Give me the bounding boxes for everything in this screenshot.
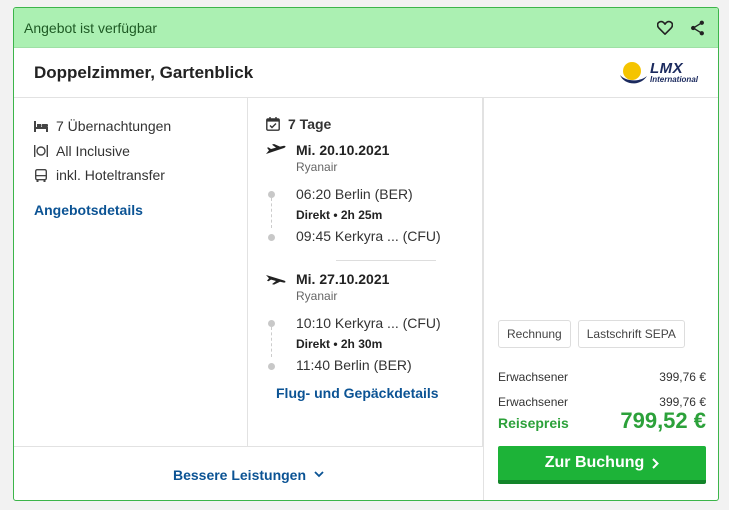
total-price-row: Reisepreis 799,52 €: [498, 408, 706, 434]
route-line: [271, 327, 272, 357]
bed-icon: [34, 119, 48, 133]
return-arrival: 11:40 Berlin (BER): [296, 357, 412, 373]
offer-card: Angebot ist verfügbar Doppelzimmer, Gart…: [13, 7, 719, 501]
offer-title-row: Doppelzimmer, Gartenblick LMX Internatio…: [14, 48, 718, 98]
banner-actions: [656, 19, 706, 37]
calendar-check-icon: [266, 117, 280, 131]
better-services-bar: Bessere Leistungen: [14, 446, 483, 500]
return-departure: 10:10 Kerkyra ... (CFU): [296, 315, 441, 331]
outbound-flight: Mi. 20.10.2021 Ryanair 06:20 Berlin (BER…: [266, 142, 482, 246]
payment-invoice: Rechnung: [498, 320, 571, 348]
price-label: Erwachsener: [498, 370, 569, 384]
outbound-date: Mi. 20.10.2021: [296, 142, 390, 158]
feature-label: 7 Übernachtungen: [56, 118, 172, 135]
return-date: Mi. 27.10.2021: [296, 271, 390, 287]
tour-operator-logo: LMX International: [618, 59, 698, 87]
flight-baggage-details-link[interactable]: Flug- und Gepäckdetails: [276, 385, 482, 401]
payment-methods: Rechnung Lastschrift SEPA: [498, 320, 685, 348]
price-row: Erwachsener 399,76 €: [498, 370, 706, 384]
price-label: Erwachsener: [498, 395, 569, 409]
better-services-label: Bessere Leistungen: [172, 466, 307, 483]
total-price-value: 799,52 €: [620, 408, 706, 433]
price-value: 399,76 €: [659, 395, 706, 409]
feature-transfer: inkl. Hoteltransfer: [34, 163, 247, 188]
total-price-label: Reisepreis: [498, 415, 569, 431]
plane-departure-icon: [266, 144, 286, 156]
price-row: Erwachsener 399,76 €: [498, 395, 706, 409]
feature-label: All Inclusive: [56, 142, 130, 159]
arrival-dot: [268, 363, 275, 370]
room-title: Doppelzimmer, Gartenblick: [34, 62, 254, 82]
outbound-direct: Direkt • 2h 25m: [296, 208, 383, 222]
feature-board: All Inclusive: [34, 139, 247, 164]
outbound-leg: 06:20 Berlin (BER) Direkt • 2h 25m 09:45…: [266, 184, 482, 246]
outbound-departure: 06:20 Berlin (BER): [296, 186, 413, 202]
chevron-down-icon: [314, 471, 324, 478]
feature-label: inkl. Hoteltransfer: [56, 167, 165, 184]
flight-divider: [336, 260, 436, 261]
return-leg: 10:10 Kerkyra ... (CFU) Direkt • 2h 30m …: [266, 313, 482, 375]
bus-icon: [34, 168, 48, 182]
logo-main-text: LMX: [649, 60, 684, 77]
price-panel: Rechnung Lastschrift SEPA Erwachsener 39…: [483, 98, 718, 500]
chevron-right-icon: [652, 457, 660, 469]
departure-dot: [268, 191, 275, 198]
payment-sepa: Lastschrift SEPA: [577, 320, 685, 348]
share-icon[interactable]: [688, 19, 706, 37]
departure-dot: [268, 320, 275, 327]
logo-sub-text: International: [649, 75, 698, 84]
availability-text: Angebot ist verfügbar: [24, 19, 158, 36]
price-value: 399,76 €: [659, 370, 706, 384]
outbound-airline: Ryanair: [296, 160, 338, 174]
trip-duration-label: 7 Tage: [288, 116, 332, 132]
flight-info: 7 Tage Mi. 20.10.2021 Ryanair 06:20 Berl…: [248, 98, 483, 446]
return-airline: Ryanair: [296, 289, 338, 303]
better-services-button[interactable]: Bessere Leistungen: [173, 467, 324, 483]
arrival-dot: [268, 234, 275, 241]
feature-nights: 7 Übernachtungen: [34, 114, 247, 139]
route-line: [271, 198, 272, 228]
return-direct: Direkt • 2h 30m: [296, 337, 383, 351]
offer-details-link[interactable]: Angebotsdetails: [34, 202, 247, 218]
heart-icon[interactable]: [656, 19, 674, 37]
outbound-arrival: 09:45 Kerkyra ... (CFU): [296, 228, 441, 244]
plane-arrival-icon: [266, 273, 286, 285]
lmx-sun-icon: [619, 61, 647, 83]
book-button[interactable]: Zur Buchung: [498, 446, 706, 484]
trip-duration: 7 Tage: [266, 114, 482, 134]
book-button-label: Zur Buchung: [544, 454, 645, 471]
return-flight: Mi. 27.10.2021 Ryanair 10:10 Kerkyra ...…: [266, 271, 482, 375]
availability-banner: Angebot ist verfügbar: [14, 8, 718, 48]
cutlery-icon: [34, 144, 48, 158]
hotel-features: 7 Übernachtungen All Inclusive inkl. Hot…: [14, 98, 248, 446]
